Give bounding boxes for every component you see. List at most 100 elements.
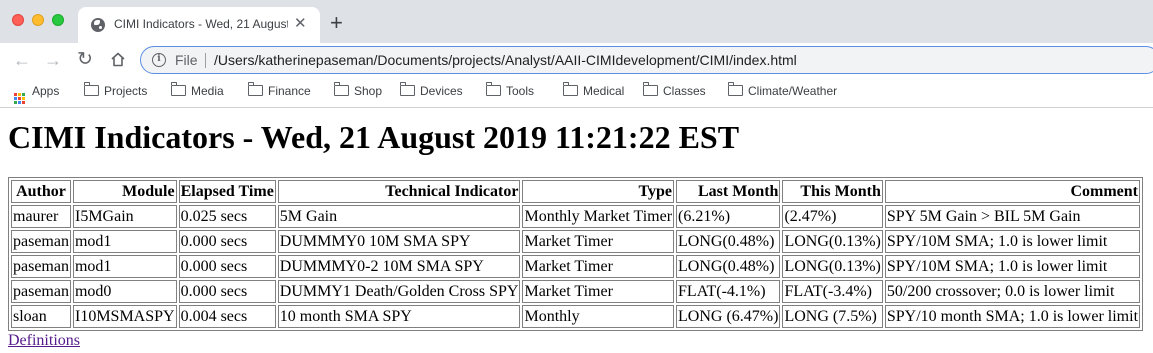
cell-comment: SPY/10M SMA; 1.0 is lower limit <box>884 255 1141 278</box>
cell-module: I10MSMASPY <box>72 305 177 328</box>
bookmark-label: Media <box>191 84 224 98</box>
table-row: paseman mod1 0.000 secs DUMMMY0-2 10M SM… <box>11 255 1141 278</box>
url-text[interactable]: /Users/katherinepaseman/Documents/projec… <box>214 52 797 68</box>
page-content: CIMI Indicators - Wed, 21 August 2019 11… <box>8 108 1144 351</box>
cell-technical-indicator: DUMMMY0-2 10M SMA SPY <box>277 255 521 278</box>
definitions-link[interactable]: Definitions <box>8 331 1143 351</box>
bookmark-tools[interactable]: Tools <box>486 82 535 98</box>
apps-grid-icon <box>14 93 25 104</box>
maximize-window-button[interactable] <box>52 14 64 26</box>
column-header-comment: Comment <box>884 180 1141 203</box>
minimize-window-button[interactable] <box>32 14 44 26</box>
forward-arrow-icon[interactable]: → <box>44 48 62 72</box>
cell-elapsed-time: 0.025 secs <box>178 205 276 228</box>
column-header-elapsed-time: Elapsed Time <box>178 180 276 203</box>
cell-module: mod1 <box>72 230 177 253</box>
cell-type: Monthly Market Timer <box>522 205 675 228</box>
cell-this-month: (2.47%) <box>782 205 883 228</box>
cell-technical-indicator: 5M Gain <box>277 205 521 228</box>
cell-elapsed-time: 0.004 secs <box>178 305 276 328</box>
bookmark-finance[interactable]: Finance <box>248 82 311 98</box>
bookmark-label: Classes <box>663 84 706 98</box>
bookmark-label: Devices <box>420 84 463 98</box>
cell-comment: SPY/10M SMA; 1.0 is lower limit <box>884 230 1141 253</box>
page-title: CIMI Indicators - Wed, 21 August 2019 11… <box>8 119 740 155</box>
cell-type: Monthly <box>522 305 675 328</box>
column-header-last-month: Last Month <box>676 180 781 203</box>
bookmarks-bar: Apps Projects Media Finance Shop Devices… <box>0 78 1153 108</box>
tab-strip: CIMI Indicators - Wed, 21 August 2019 11… <box>0 0 1153 43</box>
bookmark-label: Medical <box>583 84 625 98</box>
folder-icon <box>84 82 99 96</box>
scheme-label: File <box>175 52 198 68</box>
table-header-row: Author Module Elapsed Time Technical Ind… <box>11 180 1141 203</box>
cell-this-month: LONG(0.13%) <box>782 255 883 278</box>
tab-title: CIMI Indicators - Wed, 21 August 2019 11… <box>114 17 288 31</box>
cell-last-month: LONG(0.48%) <box>676 255 781 278</box>
cell-type: Market Timer <box>522 280 675 303</box>
bookmark-apps[interactable]: Apps <box>14 84 59 104</box>
cell-elapsed-time: 0.000 secs <box>178 280 276 303</box>
globe-icon <box>91 18 105 32</box>
table-row: maurer I5MGain 0.025 secs 5M Gain Monthl… <box>11 205 1141 228</box>
cell-technical-indicator: DUMMMY0 10M SMA SPY <box>277 230 521 253</box>
cell-comment: SPY 5M Gain > BIL 5M Gain <box>884 205 1141 228</box>
back-arrow-icon[interactable]: ← <box>13 48 31 72</box>
home-icon[interactable] <box>110 52 126 67</box>
bookmark-label: Apps <box>32 84 60 98</box>
folder-icon <box>728 82 743 96</box>
cell-comment: 50/200 crossover; 0.0 is lower limit <box>884 280 1141 303</box>
indicators-table: Author Module Elapsed Time Technical Ind… <box>8 177 1144 331</box>
cell-technical-indicator: DUMMY1 Death/Golden Cross SPY <box>277 280 521 303</box>
bookmark-label: Shop <box>354 84 383 98</box>
reload-icon[interactable]: ↻ <box>77 48 93 72</box>
cell-comment: SPY/10 month SMA; 1.0 is lower limit <box>884 305 1141 328</box>
cell-author: maurer <box>11 205 71 228</box>
folder-icon <box>248 82 263 96</box>
table-row: paseman mod1 0.000 secs DUMMMY0 10M SMA … <box>11 230 1141 253</box>
column-header-author: Author <box>11 180 71 203</box>
column-header-type: Type <box>522 180 675 203</box>
cell-module: mod0 <box>72 280 177 303</box>
column-header-module: Module <box>72 180 177 203</box>
cell-this-month: FLAT(-3.4%) <box>782 280 883 303</box>
window-controls <box>12 14 64 26</box>
cell-technical-indicator: 10 month SMA SPY <box>277 305 521 328</box>
cell-this-month: LONG (7.5%) <box>782 305 883 328</box>
column-header-technical-indicator: Technical Indicator <box>277 180 521 203</box>
address-divider <box>205 53 206 68</box>
cell-author: paseman <box>11 255 71 278</box>
bookmark-devices[interactable]: Devices <box>400 82 463 98</box>
cell-module: mod1 <box>72 255 177 278</box>
folder-icon <box>400 82 415 96</box>
bookmark-shop[interactable]: Shop <box>334 82 383 98</box>
table-row: sloan I10MSMASPY 0.004 secs 10 month SMA… <box>11 305 1141 328</box>
bookmark-climate-weather[interactable]: Climate/Weather <box>728 82 838 98</box>
bookmark-media[interactable]: Media <box>171 82 224 98</box>
bookmark-label: Tools <box>506 84 535 98</box>
bookmark-classes[interactable]: Classes <box>643 82 706 98</box>
cell-last-month: LONG(0.48%) <box>676 230 781 253</box>
column-header-this-month: This Month <box>782 180 883 203</box>
cell-last-month: FLAT(-4.1%) <box>676 280 781 303</box>
new-tab-button[interactable]: + <box>330 11 343 35</box>
bookmark-label: Projects <box>104 84 148 98</box>
cell-type: Market Timer <box>522 230 675 253</box>
browser-toolbar: ← → ↻ i File /Users/katherinepaseman/Doc… <box>0 43 1153 77</box>
active-tab[interactable]: CIMI Indicators - Wed, 21 August 2019 11… <box>78 7 320 43</box>
close-window-button[interactable] <box>12 14 24 26</box>
cell-author: sloan <box>11 305 71 328</box>
tab-close-icon[interactable]: ✕ <box>294 15 307 33</box>
cell-module: I5MGain <box>72 205 177 228</box>
cell-author: paseman <box>11 230 71 253</box>
folder-icon <box>563 82 578 96</box>
bookmark-label: Climate/Weather <box>748 84 838 98</box>
info-icon[interactable]: i <box>152 53 166 67</box>
bookmark-projects[interactable]: Projects <box>84 82 148 98</box>
cell-type: Market Timer <box>522 255 675 278</box>
bookmark-medical[interactable]: Medical <box>563 82 625 98</box>
cell-elapsed-time: 0.000 secs <box>178 255 276 278</box>
address-bar[interactable]: i File /Users/katherinepaseman/Documents… <box>140 46 1153 74</box>
cell-this-month: LONG(0.13%) <box>782 230 883 253</box>
bookmark-label: Finance <box>268 84 311 98</box>
